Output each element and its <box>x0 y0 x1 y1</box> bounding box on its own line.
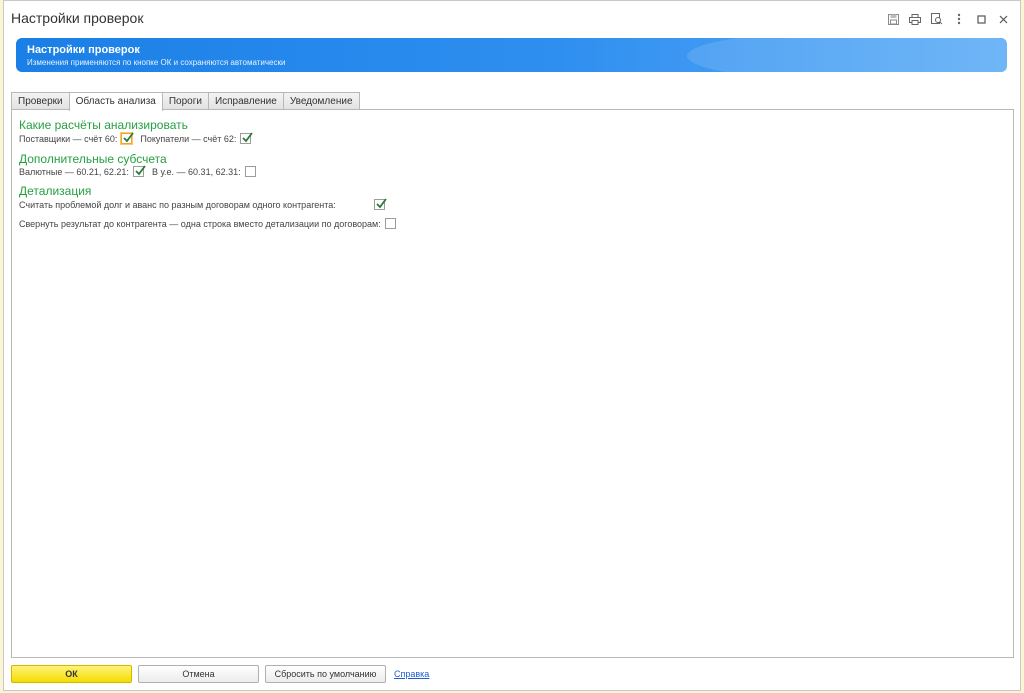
customers-label: Покупатели — счёт 62: <box>140 133 237 144</box>
banner-title: Настройки проверок <box>27 44 140 56</box>
customers-checkbox[interactable] <box>240 132 254 144</box>
save-icon[interactable] <box>882 10 904 28</box>
reset-defaults-button[interactable]: Сбросить по умолчанию <box>265 665 386 683</box>
accounts-row: Поставщики — счёт 60: Покупатели — счёт … <box>19 132 254 145</box>
currency-checkbox[interactable] <box>132 165 146 177</box>
tab-panel: Какие расчёты анализировать Поставщики —… <box>11 109 1014 658</box>
more-menu-icon[interactable] <box>948 10 970 28</box>
close-icon[interactable] <box>992 10 1014 28</box>
cu-checkbox[interactable] <box>244 166 256 177</box>
collapse-label: Свернуть результат до контрагента — одна… <box>19 218 381 229</box>
title-bar: Настройки проверок <box>4 1 1020 37</box>
footer-buttons: ОК Отмена Сбросить по умолчанию Справка <box>11 665 429 683</box>
section-title-detail: Детализация <box>19 184 92 198</box>
cu-label: В у.е. — 60.31, 62.31: <box>151 166 241 177</box>
check-icon <box>123 132 135 143</box>
cancel-button[interactable]: Отмена <box>138 665 259 683</box>
debt-advance-row: Считать проблемой долг и аванс по разным… <box>19 198 387 210</box>
help-link[interactable]: Справка <box>394 669 429 679</box>
maximize-icon[interactable] <box>970 10 992 28</box>
check-icon <box>376 198 387 209</box>
section-title-accounts: Какие расчёты анализировать <box>19 118 188 132</box>
tab-notification[interactable]: Уведомление <box>282 92 360 109</box>
debt-advance-checkbox[interactable] <box>373 198 387 210</box>
print-icon[interactable] <box>904 10 926 28</box>
suppliers-checkbox[interactable] <box>120 132 135 145</box>
banner-decoration <box>687 38 1007 72</box>
title-toolbar <box>882 10 1014 28</box>
settings-window: Настройки проверок Настройки проверок Из… <box>3 0 1021 691</box>
preview-icon[interactable] <box>926 10 948 28</box>
debt-advance-label: Считать проблемой долг и аванс по разным… <box>19 199 336 210</box>
check-icon <box>242 132 254 143</box>
currency-label: Валютные — 60.21, 62.21: <box>19 166 129 177</box>
collapse-row: Свернуть результат до контрагента — одна… <box>19 218 396 229</box>
tab-bar: Проверки Область анализа Пороги Исправле… <box>11 92 360 111</box>
suppliers-label: Поставщики — счёт 60: <box>19 133 118 144</box>
banner-subtitle: Изменения применяются по кнопке ОК и сох… <box>27 58 286 67</box>
tab-thresholds[interactable]: Пороги <box>161 92 209 109</box>
info-banner: Настройки проверок Изменения применяются… <box>16 38 1007 72</box>
tab-analysis-scope[interactable]: Область анализа <box>68 92 163 111</box>
ok-button[interactable]: ОК <box>11 665 132 683</box>
collapse-checkbox[interactable] <box>384 218 396 229</box>
tab-correction[interactable]: Исправление <box>207 92 284 109</box>
subaccounts-row: Валютные — 60.21, 62.21: В у.е. — 60.31,… <box>19 165 256 177</box>
tab-checks[interactable]: Проверки <box>11 92 70 109</box>
window-title: Настройки проверок <box>11 10 144 26</box>
check-icon <box>135 165 146 176</box>
